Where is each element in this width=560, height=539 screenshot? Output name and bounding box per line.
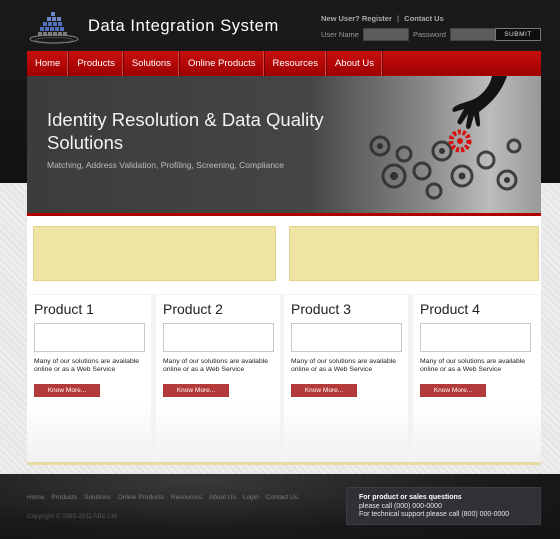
contact-title: For product or sales questions (359, 494, 462, 501)
nav-online-products[interactable]: Online Products (180, 51, 265, 76)
footer-link-products[interactable]: Products (51, 494, 77, 501)
product-title: Product 2 (163, 301, 223, 317)
know-more-button[interactable]: Know More... (34, 384, 100, 397)
product-image-box (420, 323, 531, 352)
content-bottom-border (27, 462, 541, 465)
submit-button[interactable]: SUBMIT (495, 28, 541, 41)
contact-support-line: For technical support please call (800) … (359, 511, 510, 518)
hero-banner: Identity Resolution & Data Quality Solut… (27, 76, 541, 214)
password-input[interactable] (449, 28, 496, 41)
product-title: Product 3 (291, 301, 351, 317)
footer-link-solutions[interactable]: Solutions (84, 494, 111, 501)
product-card-4: Product 4 Many of our solutions are avai… (413, 295, 541, 461)
product-description: Many of our solutions are available onli… (420, 358, 526, 374)
promo-banner-right[interactable] (289, 226, 539, 281)
product-card-1: Product 1 Many of our solutions are avai… (27, 295, 151, 461)
login-form: User Name Password (321, 28, 500, 41)
nav-resources[interactable]: Resources (265, 51, 327, 76)
main-nav: Home Products Solutions Online Products … (27, 51, 541, 76)
nav-home[interactable]: Home (27, 51, 70, 76)
contact-box: For product or sales questions please ca… (346, 487, 541, 525)
footer-link-resources[interactable]: Resources (171, 494, 202, 501)
username-label: User Name (321, 30, 359, 39)
username-input[interactable] (362, 28, 409, 41)
nav-about-us[interactable]: About Us (327, 51, 384, 76)
hero-title: Identity Resolution & Data Quality Solut… (47, 109, 324, 153)
footer-link-contact-us[interactable]: Contact Us (266, 494, 298, 501)
product-image-box (163, 323, 274, 352)
hero-subtitle: Matching, Address Validation, Profiling,… (47, 160, 285, 170)
product-description: Many of our solutions are available onli… (34, 358, 140, 374)
new-user-link[interactable]: New User? (321, 14, 360, 23)
footer-link-home[interactable]: Home (27, 494, 44, 501)
product-card-3: Product 3 Many of our solutions are avai… (284, 295, 408, 461)
product-image-box (291, 323, 402, 352)
product-card-2: Product 2 Many of our solutions are avai… (156, 295, 280, 461)
product-title: Product 1 (34, 301, 94, 317)
footer-nav: Home Products Solutions Online Products … (27, 494, 298, 501)
product-title: Product 4 (420, 301, 480, 317)
product-description: Many of our solutions are available onli… (291, 358, 397, 374)
password-label: Password (412, 30, 446, 39)
footer-link-online-products[interactable]: Online Products (118, 494, 164, 501)
contact-link[interactable]: Contact Us (404, 14, 444, 23)
contact-sales-line: please call (000) 000-0000 (359, 502, 442, 510)
site-title: Data Integration System (88, 17, 279, 35)
know-more-button[interactable]: Know More... (163, 384, 229, 397)
know-more-button[interactable]: Know More... (291, 384, 357, 397)
register-link[interactable]: Register (362, 14, 392, 23)
user-links: New User? Register | Contact Us (321, 14, 444, 23)
copyright-text: Copyright © 1993-2011 ABC Ltd (27, 513, 117, 520)
logo-icon (29, 12, 79, 44)
links-separator: | (396, 14, 400, 23)
footer-link-about-us[interactable]: About Us (209, 494, 236, 501)
product-image-box (34, 323, 145, 352)
nav-solutions[interactable]: Solutions (124, 51, 180, 76)
know-more-button[interactable]: Know More... (420, 384, 486, 397)
promo-banner-left[interactable] (33, 226, 276, 281)
nav-products[interactable]: Products (69, 51, 124, 76)
product-description: Many of our solutions are available onli… (163, 358, 269, 374)
footer-link-login[interactable]: Login (243, 494, 259, 501)
gears-hand-image (369, 76, 522, 200)
